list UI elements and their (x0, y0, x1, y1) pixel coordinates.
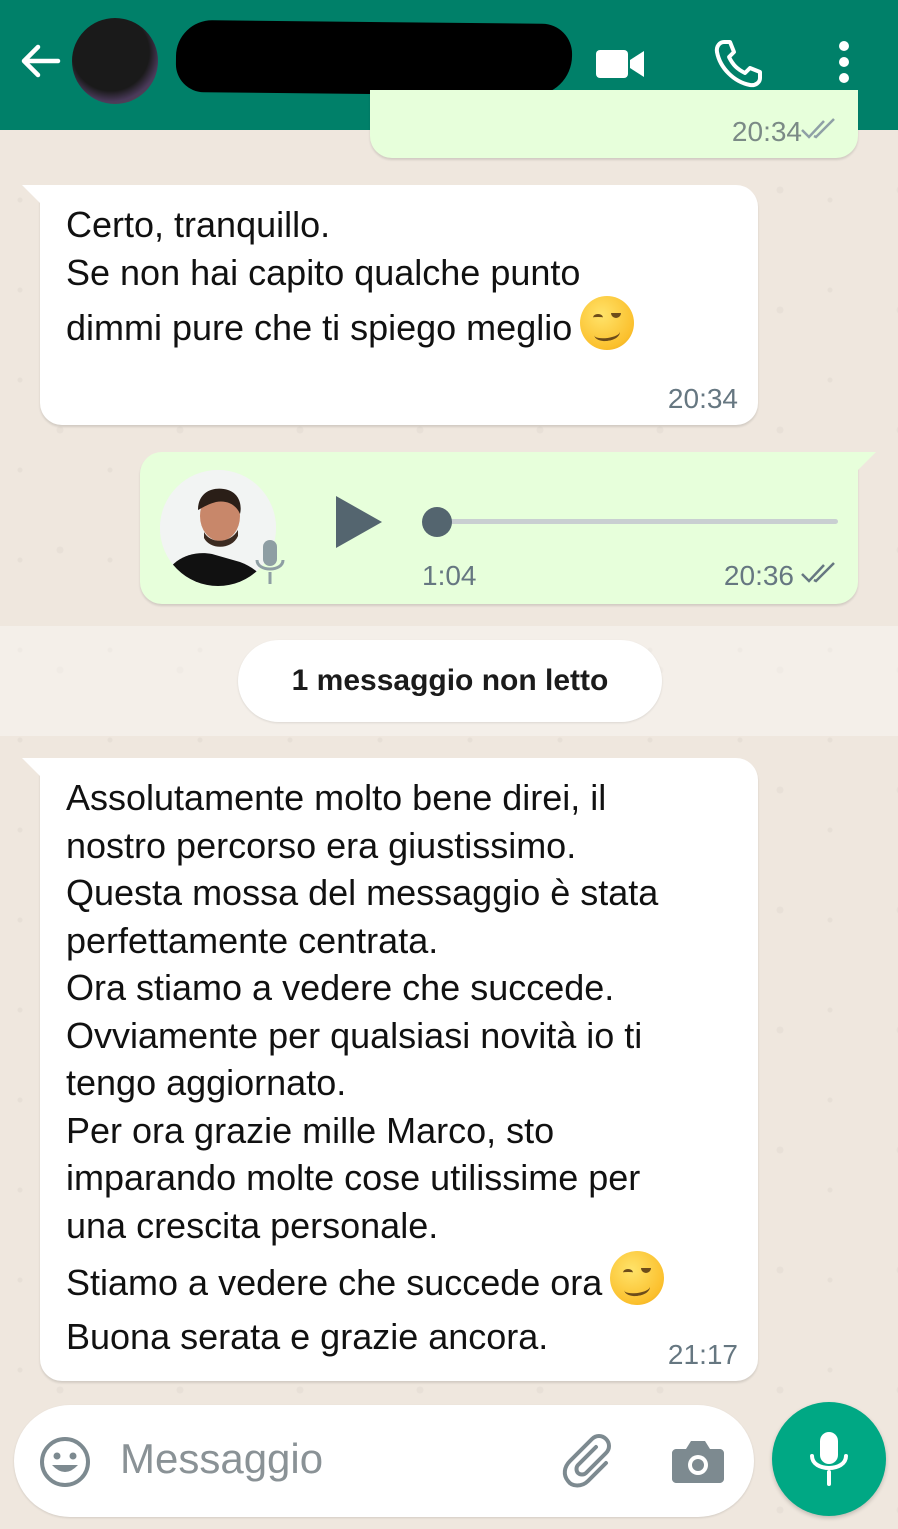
incoming-message[interactable]: Certo, tranquillo. Se non hai capito qua… (22, 185, 758, 425)
bubble-tail (854, 452, 876, 474)
arrow-left-icon[interactable] (18, 38, 64, 84)
message-line: Buona serata e grazie ancora. (66, 1315, 549, 1357)
contact-name (176, 20, 177, 21)
message-line: Stiamo a vedere che succede ora (66, 1262, 603, 1303)
message-time: 20:34 (667, 383, 738, 414)
outgoing-message-partial[interactable]: 20:34 (370, 90, 858, 158)
message-line: Se non hai capito qualche punto (66, 251, 581, 293)
message-time: 21:17 (667, 1339, 738, 1370)
wink-emoji-icon (610, 1251, 665, 1305)
message-text: Certo, tranquillo. Se non hai capito qua… (66, 201, 746, 352)
message-line: perfettamente centrata. (66, 919, 439, 961)
message-line: una crescita personale. (66, 1204, 439, 1246)
voice-record-button[interactable] (772, 1402, 886, 1516)
voice-progress-track[interactable] (436, 519, 838, 524)
contact-avatar[interactable] (72, 18, 158, 104)
double-check-icon (801, 118, 835, 139)
double-check-icon (801, 562, 835, 583)
bubble-tail (22, 185, 44, 207)
wink-emoji-icon (580, 296, 635, 350)
contact-name-redaction[interactable] (175, 19, 573, 97)
bubble-tail (22, 758, 44, 780)
unread-divider: 1 messaggio non letto (0, 626, 898, 736)
voice-message[interactable]: 1:04 20:36 (140, 452, 876, 604)
videocam-icon[interactable] (592, 36, 648, 92)
message-line: Ora stiamo a vedere che succede. (66, 967, 615, 1008)
paperclip-icon[interactable] (562, 1433, 618, 1489)
message-line: Per ora grazie mille Marco, sto (66, 1109, 555, 1151)
camera-icon[interactable] (670, 1435, 726, 1487)
voice-duration: 1:04 (422, 560, 477, 591)
unread-messages-label: 1 messaggio non letto (238, 640, 662, 722)
microphone-icon (255, 540, 285, 584)
microphone-icon (810, 1432, 848, 1486)
message-line: nostro percorso era giustissimo. (66, 824, 577, 866)
more-vert-icon[interactable] (820, 36, 876, 92)
message-text: Assolutamente molto bene direi, il nostr… (66, 774, 746, 1360)
message-line: Assolutamente molto bene direi, il (66, 777, 607, 818)
message-time: 20:36 (723, 560, 794, 591)
message-composer[interactable]: Messaggio (14, 1405, 754, 1517)
voice-progress-knob[interactable] (422, 507, 452, 537)
message-line: dimmi pure che ti spiego meglio (66, 307, 573, 348)
message-time: 20:34 (731, 116, 802, 147)
emoji-smiley-icon[interactable] (38, 1435, 92, 1489)
incoming-message[interactable]: Assolutamente molto bene direi, il nostr… (22, 758, 758, 1381)
message-input[interactable]: Messaggio (120, 1435, 323, 1483)
message-line: tengo aggiornato. (66, 1062, 347, 1103)
message-line: imparando molte cose utilissime per (66, 1157, 641, 1198)
message-line: Certo, tranquillo. (66, 204, 331, 245)
play-icon[interactable] (330, 492, 386, 552)
phone-icon[interactable] (710, 36, 766, 92)
message-line: Questa mossa del messaggio è stata (66, 872, 659, 913)
message-line: Ovviamente per qualsiasi novità io ti (66, 1014, 643, 1056)
